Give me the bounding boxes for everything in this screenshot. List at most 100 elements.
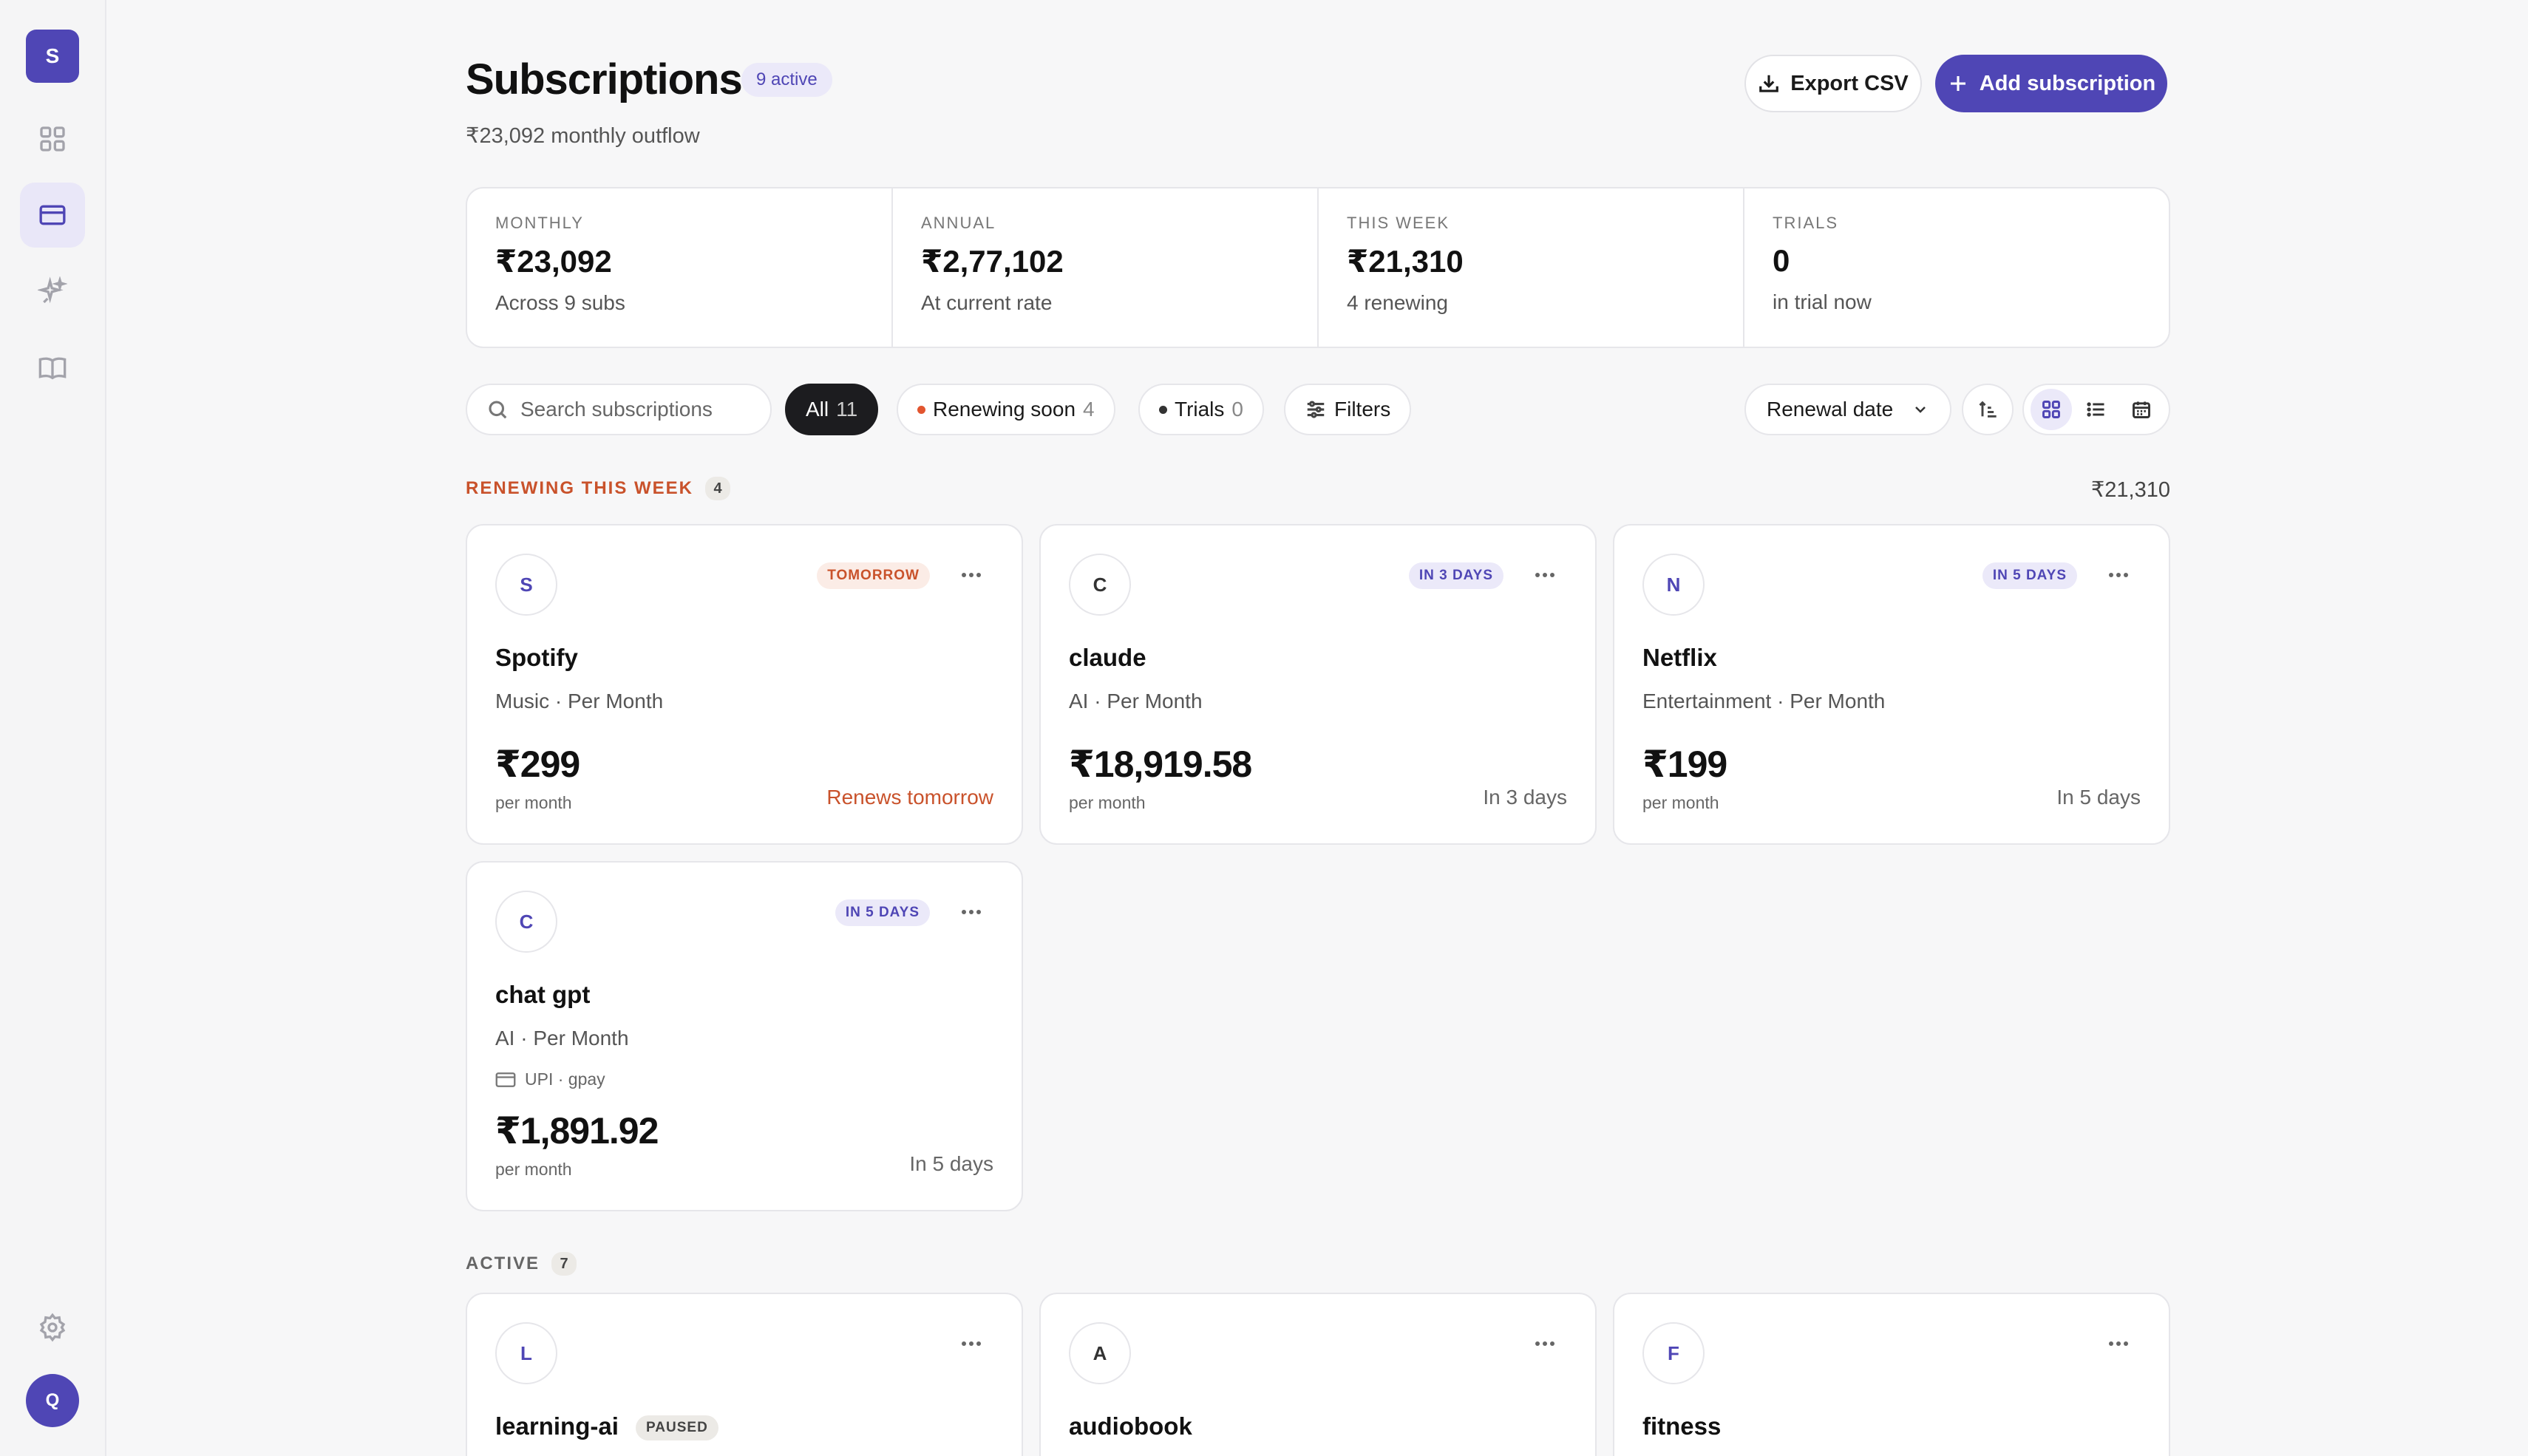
subscription-card[interactable]: C In 3 days claude AI · Per Month ₹18,91… [1039, 524, 1597, 845]
more-options-button[interactable] [957, 564, 986, 586]
more-options-button[interactable] [957, 1333, 986, 1355]
renewal-badge: In 5 days [1982, 562, 2077, 589]
sidebar-item-subscriptions[interactable] [20, 183, 85, 248]
avatar: N [1642, 554, 1705, 616]
filter-chip-all[interactable]: All 11 [785, 384, 879, 435]
subscription-name: fitness [1642, 1412, 1722, 1440]
export-csv-button[interactable]: Export CSV [1744, 55, 1922, 112]
stat-sub: 4 renewing [1347, 291, 1448, 314]
sidebar-item-guide[interactable] [20, 336, 85, 401]
sort-select[interactable]: Renewal date [1744, 384, 1951, 435]
list-view-button[interactable] [2076, 389, 2117, 430]
sidebar: S Q [0, 0, 106, 1456]
sidebar-item-dashboard[interactable] [20, 106, 85, 171]
stat-label: Monthly [495, 214, 584, 232]
more-options-button[interactable] [2104, 1333, 2133, 1355]
renewal-badge: Tomorrow [817, 562, 930, 589]
subscription-card[interactable]: N In 5 days Netflix Entertainment · Per … [1613, 524, 2170, 845]
stat-annual: Annual ₹2,77,102 At current rate [893, 188, 1319, 347]
calendar-view-button[interactable] [2121, 389, 2162, 430]
subscription-name: claude [1069, 644, 1146, 671]
subscription-name: Spotify [495, 644, 578, 671]
avatar: L [495, 1322, 557, 1384]
chip-count: 11 [836, 398, 858, 421]
stats-panel: Monthly ₹23,092 Across 9 subs Annual ₹2,… [466, 187, 2170, 348]
plus-icon [1950, 76, 1965, 91]
grid-view-button[interactable] [2030, 389, 2072, 430]
sidebar-item-insights[interactable] [20, 259, 85, 324]
page-subtitle: ₹23,092 monthly outflow [466, 124, 700, 148]
more-options-button[interactable] [2104, 564, 2133, 586]
avatar: C [1069, 554, 1131, 616]
status-dot [917, 405, 925, 414]
renewal-text: In 3 days [1483, 786, 1567, 809]
renewal-text: In 5 days [909, 1152, 993, 1175]
more-options-button[interactable] [1530, 564, 1560, 586]
payment-method: UPI · gpay [495, 1069, 605, 1089]
stat-value: 0 [1773, 243, 1790, 278]
search-placeholder: Search subscriptions [520, 398, 713, 421]
book-icon [38, 357, 67, 380]
page-title: Subscriptions [466, 55, 743, 103]
avatar: C [495, 891, 557, 953]
subscription-card[interactable]: L learning-ai Paused [466, 1293, 1023, 1456]
subscription-price: ₹199 [1642, 744, 1727, 785]
stat-value: ₹2,77,102 [921, 244, 1064, 279]
section-label: Active [466, 1253, 540, 1273]
user-avatar[interactable]: Q [26, 1374, 79, 1427]
subscription-name: learning-ai Paused [495, 1412, 718, 1441]
sidebar-item-settings[interactable] [20, 1295, 85, 1360]
stat-sub: in trial now [1773, 290, 1872, 313]
renewal-badge: In 5 days [835, 899, 930, 926]
filters-label: Filters [1334, 398, 1391, 421]
subscription-card[interactable]: C In 5 days chat gpt AI · Per Month UPI … [466, 861, 1023, 1211]
search-input[interactable]: Search subscriptions [466, 384, 772, 435]
filter-chip-trials[interactable]: Trials 0 [1138, 384, 1264, 435]
avatar: F [1642, 1322, 1705, 1384]
subscription-meta: AI · Per Month [495, 1027, 629, 1050]
search-icon [489, 401, 507, 419]
sort-direction-button[interactable] [1962, 384, 2014, 435]
export-csv-label: Export CSV [1790, 71, 1909, 95]
app-logo[interactable]: S [26, 30, 79, 83]
stat-value: ₹23,092 [495, 244, 612, 279]
download-icon [1759, 75, 1779, 92]
section-count: 7 [551, 1252, 577, 1276]
sort-label: Renewal date [1767, 398, 1894, 421]
filter-chip-renewing-soon[interactable]: Renewing soon 4 [897, 384, 1115, 435]
stat-sub: At current rate [921, 291, 1053, 314]
section-count: 4 [705, 477, 731, 500]
subscription-price: ₹1,891.92 [495, 1110, 659, 1151]
renewal-text: Renews tomorrow [826, 786, 993, 809]
subscription-card[interactable]: S Tomorrow Spotify Music · Per Month ₹29… [466, 524, 1023, 845]
add-subscription-label: Add subscription [1979, 71, 2156, 95]
sort-ascending-icon [1979, 401, 1997, 418]
avatar: S [495, 554, 557, 616]
view-toggle [2022, 384, 2170, 435]
chip-count: 0 [1231, 398, 1243, 421]
stat-label: Annual [921, 214, 996, 232]
stat-this-week: This week ₹21,310 4 renewing [1319, 188, 1744, 347]
more-options-button[interactable] [957, 901, 986, 923]
gear-icon [39, 1313, 66, 1342]
chip-label: All [806, 398, 829, 421]
subscription-card[interactable]: A audiobook [1039, 1293, 1597, 1456]
subscription-meta: Entertainment · Per Month [1642, 690, 1886, 712]
subscription-card[interactable]: F fitness [1613, 1293, 2170, 1456]
subscription-price: ₹18,919.58 [1069, 744, 1252, 785]
filters-button[interactable]: Filters [1284, 384, 1412, 435]
subscription-meta: Music · Per Month [495, 690, 664, 712]
price-period: per month [1642, 793, 1719, 812]
subscription-meta: AI · Per Month [1069, 690, 1203, 712]
subscription-price: ₹299 [495, 744, 580, 785]
calendar-icon [2133, 401, 2151, 418]
list-icon [2087, 402, 2104, 417]
stat-monthly: Monthly ₹23,092 Across 9 subs [467, 188, 893, 347]
section-renewing-total: ₹21,310 [2090, 478, 2170, 502]
more-options-button[interactable] [1530, 1333, 1560, 1355]
chevron-down-icon [1915, 406, 1926, 413]
chip-label: Trials [1175, 398, 1225, 421]
section-renewing-title: Renewing this week 4 [466, 477, 731, 500]
add-subscription-button[interactable]: Add subscription [1935, 55, 2167, 112]
chip-label: Renewing soon [933, 398, 1076, 421]
